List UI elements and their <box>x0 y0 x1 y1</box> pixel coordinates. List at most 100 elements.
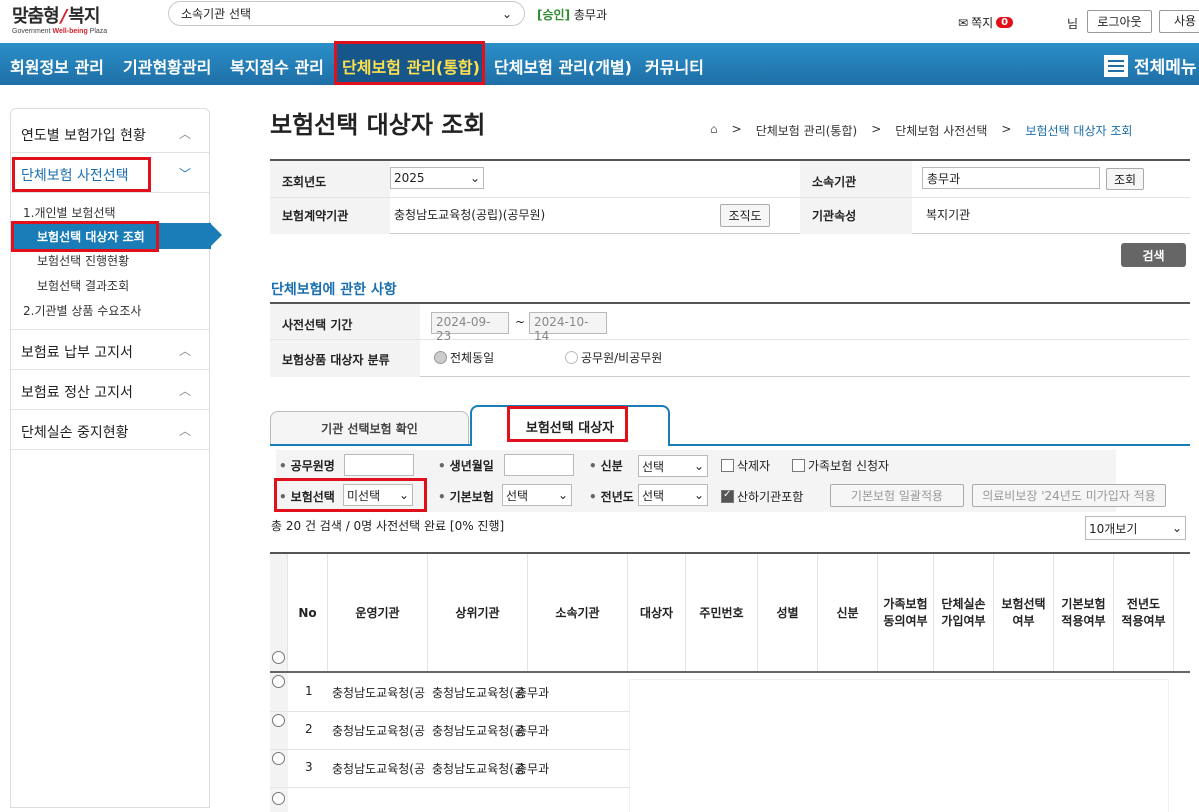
prev-value: 선택 <box>642 488 665 503</box>
col-family-consent[interactable]: 가족보험 동의여부 <box>878 554 934 672</box>
tab-target-list[interactable]: 보험선택 대상자 <box>470 405 670 445</box>
sidebar-sub-result[interactable]: 보험선택 결과조회 <box>37 277 129 294</box>
nav-institution[interactable]: 기관현황관리 <box>123 54 211 78</box>
logo-main: 맞춤형 <box>12 6 60 27</box>
col-op-org[interactable]: 운영기관 <box>328 554 428 672</box>
result-grid: No 운영기관 상위기관 소속기관 대상자 주민번호 성별 신분 가족보험 동의… <box>270 552 1190 812</box>
nav-group-ins-individual[interactable]: 단체보험 관리(개별) <box>494 54 632 78</box>
col-org[interactable]: 소속기관 <box>528 554 628 672</box>
name-label: • 공무원명 <box>279 459 335 473</box>
col-target[interactable]: 대상자 <box>628 554 686 672</box>
approval-tag: [승인] <box>537 8 571 22</box>
select-all-radio[interactable] <box>272 651 285 664</box>
nav-welfare-points[interactable]: 복지점수 관리 <box>230 54 324 78</box>
deleted-checkbox[interactable]: 삭제자 <box>721 457 770 474</box>
status-select[interactable]: 선택 ⌄ <box>638 455 708 477</box>
approval-org: 총무과 <box>573 8 608 22</box>
col-status[interactable]: 신분 <box>818 554 878 672</box>
sidebar-sub-demand[interactable]: 2.기관별 상품 수요조사 <box>23 302 141 319</box>
sidebar-group-suspend[interactable]: 단체실손 중지현황 ︿ <box>11 410 209 450</box>
row-op-org: 충청남도교육청(공 <box>332 686 426 700</box>
period-from[interactable]: 2024-09-23 <box>431 312 509 343</box>
site-logo[interactable]: 맞춤형 / 복지 Government Well-being Plaza <box>12 2 152 38</box>
col-ins-selected[interactable]: 보험선택 여부 <box>994 554 1054 672</box>
breadcrumb: ⌂ > 단체보험 관리(통합) > 단체보험 사전선택 > 보험선택 대상자 조… <box>710 122 1132 139</box>
sidebar-group-yearly[interactable]: 연도별 보험가입 현황 ︿ <box>11 113 209 153</box>
ins-select[interactable]: 미선택 ⌄ <box>343 484 413 506</box>
family-checkbox[interactable]: 가족보험 신청자 <box>792 457 889 474</box>
period-to[interactable]: 2024-10-14 <box>529 312 607 343</box>
status-label: • 신분 <box>589 459 623 473</box>
prev-label: • 전년도 <box>589 490 634 504</box>
checkbox-icon <box>721 459 734 472</box>
sidebar-group-payment[interactable]: 보험료 납부 고지서 ︿ <box>11 330 209 370</box>
org-input[interactable]: 총무과 <box>922 167 1100 189</box>
orgchart-button[interactable]: 조직도 <box>720 204 770 227</box>
nav-community[interactable]: 커뮤니티 <box>645 54 704 78</box>
name-input[interactable] <box>344 454 414 476</box>
org-select[interactable]: 소속기관 선택 ⌄ <box>168 1 525 26</box>
page-size-select[interactable]: 10개보기 ⌄ <box>1085 516 1186 540</box>
apply-all-button[interactable]: 기본보험 일괄적용 <box>830 484 964 507</box>
medical-apply-button[interactable]: 의료비보장 '24년도 미가입자 적용 <box>972 484 1166 507</box>
col-upper-org[interactable]: 상위기관 <box>428 554 528 672</box>
main-nav: 회원정보 관리 기관현황관리 복지점수 관리 단체보험 관리(통합) 단체보험 … <box>0 43 1199 85</box>
logout-button[interactable]: 로그아웃 <box>1087 10 1152 33</box>
radio-icon <box>434 351 447 364</box>
checkbox-icon <box>792 459 805 472</box>
sidebar-group-label: 단체보험 사전선택 <box>21 168 129 184</box>
breadcrumb-item-current: 보험선택 대상자 조회 <box>1025 124 1133 138</box>
breadcrumb-item[interactable]: 단체보험 관리(통합) <box>756 122 858 139</box>
year-label: 조회년도 <box>282 173 327 190</box>
org-select-value: 소속기관 선택 <box>181 7 252 21</box>
tab-org-insurance[interactable]: 기관 선택보험 확인 <box>270 411 469 445</box>
row-radio[interactable] <box>272 752 285 765</box>
prev-select[interactable]: 선택 ⌄ <box>638 484 708 506</box>
note-count-badge: 0 <box>996 17 1014 28</box>
row-upper-org: 충청남도교육청(공 <box>432 724 526 738</box>
birth-label: • 생년월일 <box>438 459 494 473</box>
sidebar-sub-individual[interactable]: 1.개인별 보험선택 <box>23 204 116 221</box>
sidebar-group-settlement[interactable]: 보험료 정산 고지서 ︿ <box>11 370 209 410</box>
sidebar-sub-progress[interactable]: 보험선택 진행현황 <box>37 252 129 269</box>
col-prev-applied[interactable]: 전년도 적용여부 <box>1114 554 1174 672</box>
note-link[interactable]: ✉ 쪽지 0 <box>958 14 1014 31</box>
breadcrumb-item[interactable]: 단체보험 사전선택 <box>895 122 987 139</box>
radio-label: 공무원/비공무원 <box>581 351 663 365</box>
col-no[interactable]: No <box>288 554 328 672</box>
birth-input[interactable] <box>504 454 574 476</box>
attr-value: 복지기관 <box>926 208 971 222</box>
user-button[interactable]: 사용 <box>1159 10 1199 33</box>
nav-group-ins-integrated[interactable]: 단체보험 관리(통합) <box>342 54 480 78</box>
basic-label: • 기본보험 <box>438 490 494 504</box>
sidebar-sub-target-lookup[interactable]: 보험선택 대상자 조회 <box>37 228 145 245</box>
row-radio[interactable] <box>272 714 285 727</box>
sub-org-checkbox[interactable]: 산하기관포함 <box>721 488 803 505</box>
search-button[interactable]: 검색 <box>1121 243 1186 267</box>
row-op-org: 충청남도교육청(공 <box>332 762 426 776</box>
row-radio[interactable] <box>272 675 285 688</box>
radio-all-same[interactable]: 전체동일 <box>434 349 494 366</box>
row-org: 총무과 <box>516 762 550 776</box>
user-suffix: 님 <box>1067 17 1079 31</box>
page-size-value: 10개보기 <box>1089 521 1138 536</box>
hamburger-icon <box>1104 54 1128 77</box>
col-gender[interactable]: 성별 <box>758 554 818 672</box>
logo-slash: / <box>60 6 68 27</box>
chevron-down-icon: ⌄ <box>693 459 704 473</box>
basic-select[interactable]: 선택 ⌄ <box>502 484 572 506</box>
status-label-text: 신분 <box>600 459 623 473</box>
tab-underline <box>270 444 1190 446</box>
year-select[interactable]: 2025 ⌄ <box>390 167 484 189</box>
radio-official[interactable]: 공무원/비공무원 <box>565 349 662 366</box>
lookup-button[interactable]: 조회 <box>1106 168 1144 190</box>
col-basic-applied[interactable]: 기본보험 적용여부 <box>1054 554 1114 672</box>
col-rrn[interactable]: 주민번호 <box>686 554 758 672</box>
row-radio[interactable] <box>272 792 285 805</box>
home-icon[interactable]: ⌂ <box>710 122 718 139</box>
col-indemnity[interactable]: 단체실손 가입여부 <box>934 554 994 672</box>
nav-member[interactable]: 회원정보 관리 <box>10 54 104 78</box>
sidebar-group-preselect[interactable]: 단체보험 사전선택 ﹀ <box>11 153 209 193</box>
all-menu-button[interactable]: 전체메뉴 <box>1104 53 1197 78</box>
status-value: 선택 <box>642 459 665 474</box>
